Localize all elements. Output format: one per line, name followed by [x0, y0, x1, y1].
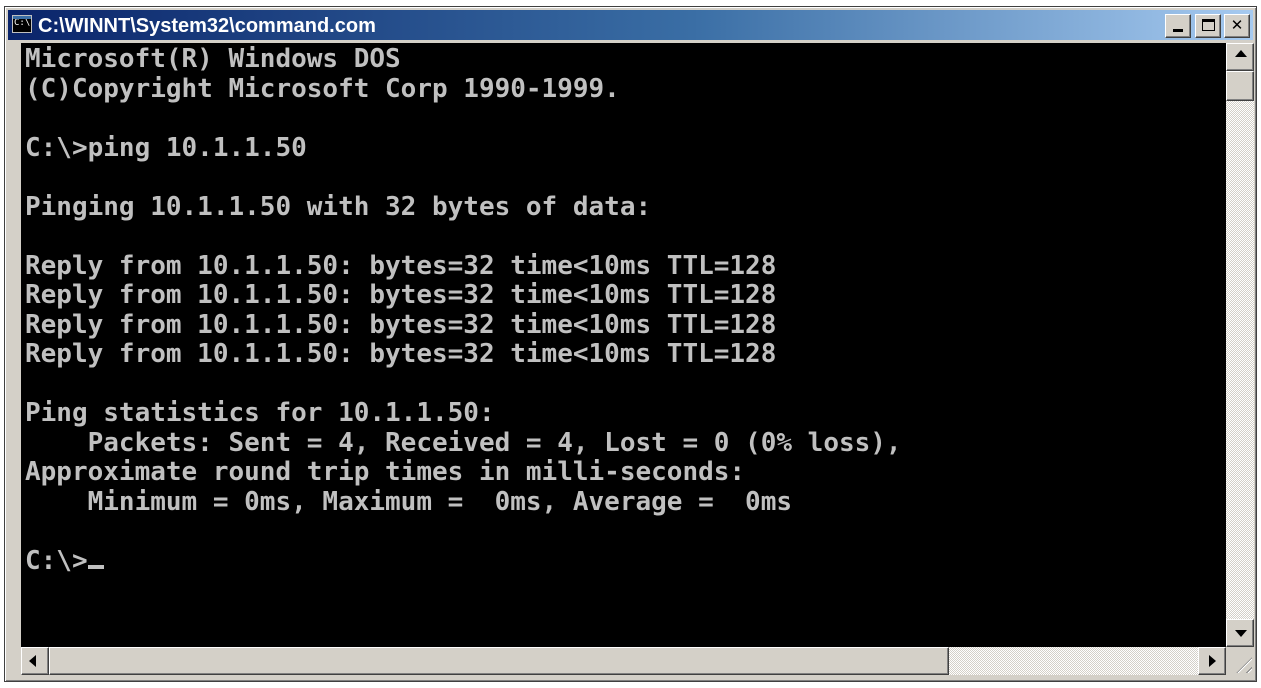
horizontal-scrollbar[interactable] — [21, 647, 1226, 675]
console-line: Packets: Sent = 4, Received = 4, Lost = … — [25, 427, 902, 458]
resize-grip-icon[interactable] — [1226, 647, 1254, 675]
console-line: C:\>ping 10.1.1.50 — [25, 132, 307, 163]
arrow-left-icon — [29, 655, 36, 667]
window-title: C:\WINNT\System32\command.com — [38, 15, 376, 37]
scroll-down-button[interactable] — [1226, 619, 1254, 647]
scroll-left-button[interactable] — [21, 647, 49, 675]
arrow-up-icon — [1235, 50, 1247, 57]
scroll-right-button[interactable] — [1198, 647, 1226, 675]
console-line: Minimum = 0ms, Maximum = 0ms, Average = … — [25, 486, 793, 517]
command-prompt-icon[interactable]: C:\ — [12, 15, 32, 33]
arrow-down-icon — [1235, 630, 1247, 637]
console-line: (C)Copyright Microsoft Corp 1990-1999. — [25, 73, 620, 104]
console-window: C:\ C:\WINNT\System32\command.com ✕ Micr… — [4, 6, 1257, 682]
close-icon: ✕ — [1230, 16, 1244, 34]
console-line: Reply from 10.1.1.50: bytes=32 time<10ms… — [25, 250, 777, 281]
console-line: Reply from 10.1.1.50: bytes=32 time<10ms… — [25, 280, 777, 310]
arrow-right-icon — [1209, 655, 1216, 667]
maximize-button[interactable] — [1195, 14, 1221, 38]
maximize-icon — [1202, 19, 1215, 31]
close-button[interactable]: ✕ — [1224, 14, 1250, 38]
text-cursor — [87, 564, 104, 569]
title-bar[interactable]: C:\ C:\WINNT\System32\command.com ✕ — [8, 10, 1253, 40]
console-line: Pinging 10.1.1.50 with 32 bytes of data: — [25, 191, 652, 222]
console-line: Reply from 10.1.1.50: bytes=32 time<10ms… — [25, 309, 777, 340]
console-output[interactable]: Microsoft(R) Windows DOS (C)Copyright Mic… — [21, 43, 1226, 647]
prompt-text: C:\> — [25, 545, 88, 576]
vertical-scroll-thumb[interactable] — [1226, 71, 1254, 101]
console-line: Microsoft(R) Windows DOS — [25, 44, 401, 74]
horizontal-scroll-thumb[interactable] — [49, 647, 949, 675]
scroll-up-button[interactable] — [1226, 43, 1254, 71]
prompt-line[interactable]: C:\> — [25, 545, 1226, 577]
vertical-scrollbar[interactable] — [1226, 43, 1254, 647]
minimize-icon — [1173, 29, 1183, 32]
console-line: Ping statistics for 10.1.1.50: — [25, 398, 495, 428]
console-line: Reply from 10.1.1.50: bytes=32 time<10ms… — [25, 339, 777, 369]
minimize-button[interactable] — [1165, 14, 1191, 38]
console-line: Approximate round trip times in milli-se… — [25, 457, 746, 487]
